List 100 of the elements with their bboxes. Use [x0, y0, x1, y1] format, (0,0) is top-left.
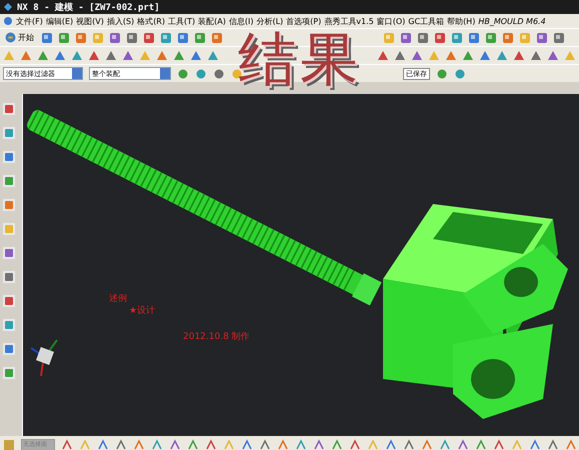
tool-icon[interactable] [475, 439, 487, 450]
menu-item[interactable]: 编辑(E) [46, 16, 74, 26]
menu-item[interactable]: 工具(T) [168, 16, 196, 26]
tool-icon[interactable] [2, 126, 16, 140]
tool-icon[interactable] [565, 439, 577, 450]
menu-item[interactable]: 格式(R) [137, 16, 165, 26]
tool-icon[interactable] [213, 68, 225, 80]
tool-icon[interactable] [496, 50, 508, 62]
tool-icon[interactable] [241, 439, 253, 450]
tool-icon[interactable] [2, 318, 16, 332]
tool-icon[interactable] [417, 32, 429, 44]
tool-icon[interactable] [394, 50, 406, 62]
tool-icon[interactable] [295, 439, 307, 450]
tool-icon[interactable] [109, 32, 121, 44]
tool-icon[interactable] [485, 32, 497, 44]
tool-icon[interactable] [331, 439, 343, 450]
tool-icon[interactable] [151, 439, 163, 450]
tool-icon[interactable] [457, 439, 469, 450]
menu-item[interactable]: 帮助(H) [447, 16, 476, 26]
annotation-text: ★设计 [129, 304, 156, 317]
window-title: NX 8 - 建模 - [ZW7-002.prt] [17, 1, 160, 14]
tool-icon[interactable] [122, 50, 134, 62]
tool-icon[interactable] [2, 342, 16, 356]
tool-icon[interactable] [61, 439, 73, 450]
tool-icon[interactable] [421, 439, 433, 450]
tool-icon[interactable] [2, 366, 16, 380]
tool-icon[interactable] [451, 32, 463, 44]
tool-icon[interactable] [454, 68, 466, 80]
tool-icon[interactable] [2, 174, 16, 188]
tool-icon[interactable] [41, 32, 53, 44]
tool-icon[interactable] [58, 32, 70, 44]
tool-icon[interactable] [143, 32, 155, 44]
tool-icon[interactable] [553, 32, 565, 44]
tool-icon[interactable] [160, 32, 172, 44]
tool-icon[interactable] [445, 50, 457, 62]
tool-icon[interactable] [547, 439, 559, 450]
tool-icon[interactable] [2, 102, 16, 116]
tool-icon[interactable] [97, 439, 109, 450]
tool-icon[interactable] [126, 32, 138, 44]
tool-icon[interactable] [75, 32, 87, 44]
tool-icon[interactable] [2, 294, 16, 308]
tool-icon[interactable] [169, 439, 181, 450]
tool-icon[interactable] [349, 439, 361, 450]
start-button[interactable]: 开始 [3, 30, 36, 45]
tool-icon[interactable] [88, 50, 100, 62]
tool-icon[interactable] [187, 439, 199, 450]
tool-icon[interactable] [105, 50, 117, 62]
tool-icon[interactable] [71, 50, 83, 62]
tool-icon[interactable] [468, 32, 480, 44]
tool-icon[interactable] [547, 50, 559, 62]
menu-item[interactable]: 首选项(P) [286, 16, 322, 26]
tool-icon[interactable] [205, 439, 217, 450]
menu-item[interactable]: 分析(L) [256, 16, 284, 26]
tool-icon[interactable] [462, 50, 474, 62]
menu-item[interactable]: 燕秀工具v1.5 [324, 16, 374, 26]
menu-item[interactable]: 插入(S) [106, 16, 134, 26]
tool-icon[interactable] [211, 32, 223, 44]
menu-logo-icon [3, 16, 13, 26]
menu-item[interactable]: HB_MOULD M6.4 [478, 16, 546, 26]
tool-icon[interactable] [530, 50, 542, 62]
tool-icon[interactable] [190, 50, 202, 62]
tool-icon[interactable] [434, 32, 446, 44]
menu-item[interactable]: GC工具箱 [408, 16, 444, 26]
tool-icon[interactable] [377, 50, 389, 62]
tool-icon[interactable] [156, 50, 168, 62]
menu-item[interactable]: 视图(V) [76, 16, 104, 26]
tool-icon[interactable] [2, 198, 16, 212]
tool-icon[interactable] [133, 439, 145, 450]
tool-icon[interactable] [2, 270, 16, 284]
menu-item[interactable]: 窗口(O) [376, 16, 406, 26]
tool-icon[interactable] [502, 32, 514, 44]
tool-icon[interactable] [37, 50, 49, 62]
tool-icon[interactable] [400, 32, 412, 44]
tool-icon[interactable] [54, 50, 66, 62]
tool-icon[interactable] [2, 150, 16, 164]
tool-icon[interactable] [385, 439, 397, 450]
tool-icon[interactable] [195, 68, 207, 80]
tool-icon[interactable] [115, 439, 127, 450]
tool-icon[interactable] [207, 50, 219, 62]
tool-icon[interactable] [403, 439, 415, 450]
tool-icon[interactable] [313, 439, 325, 450]
tool-icon[interactable] [173, 50, 185, 62]
tool-icon[interactable] [411, 50, 423, 62]
tool-icon[interactable] [177, 32, 189, 44]
menu-item[interactable]: 文件(F) [16, 16, 43, 26]
tool-icon[interactable] [529, 439, 541, 450]
menu-item[interactable]: 信息(I) [228, 16, 254, 26]
tool-icon[interactable] [493, 439, 505, 450]
tool-icon[interactable] [20, 50, 32, 62]
tool-icon[interactable] [2, 246, 16, 260]
tool-icon[interactable] [536, 32, 548, 44]
tool-icon[interactable] [479, 50, 491, 62]
tool-icon[interactable] [177, 68, 189, 80]
tool-icon[interactable] [277, 439, 289, 450]
tool-icon[interactable] [513, 50, 525, 62]
menu-item[interactable]: 装配(A) [198, 16, 226, 26]
tool-icon[interactable] [194, 32, 206, 44]
tool-icon[interactable] [259, 439, 271, 450]
tool-icon[interactable] [439, 439, 451, 450]
tool-icon[interactable] [436, 68, 448, 80]
